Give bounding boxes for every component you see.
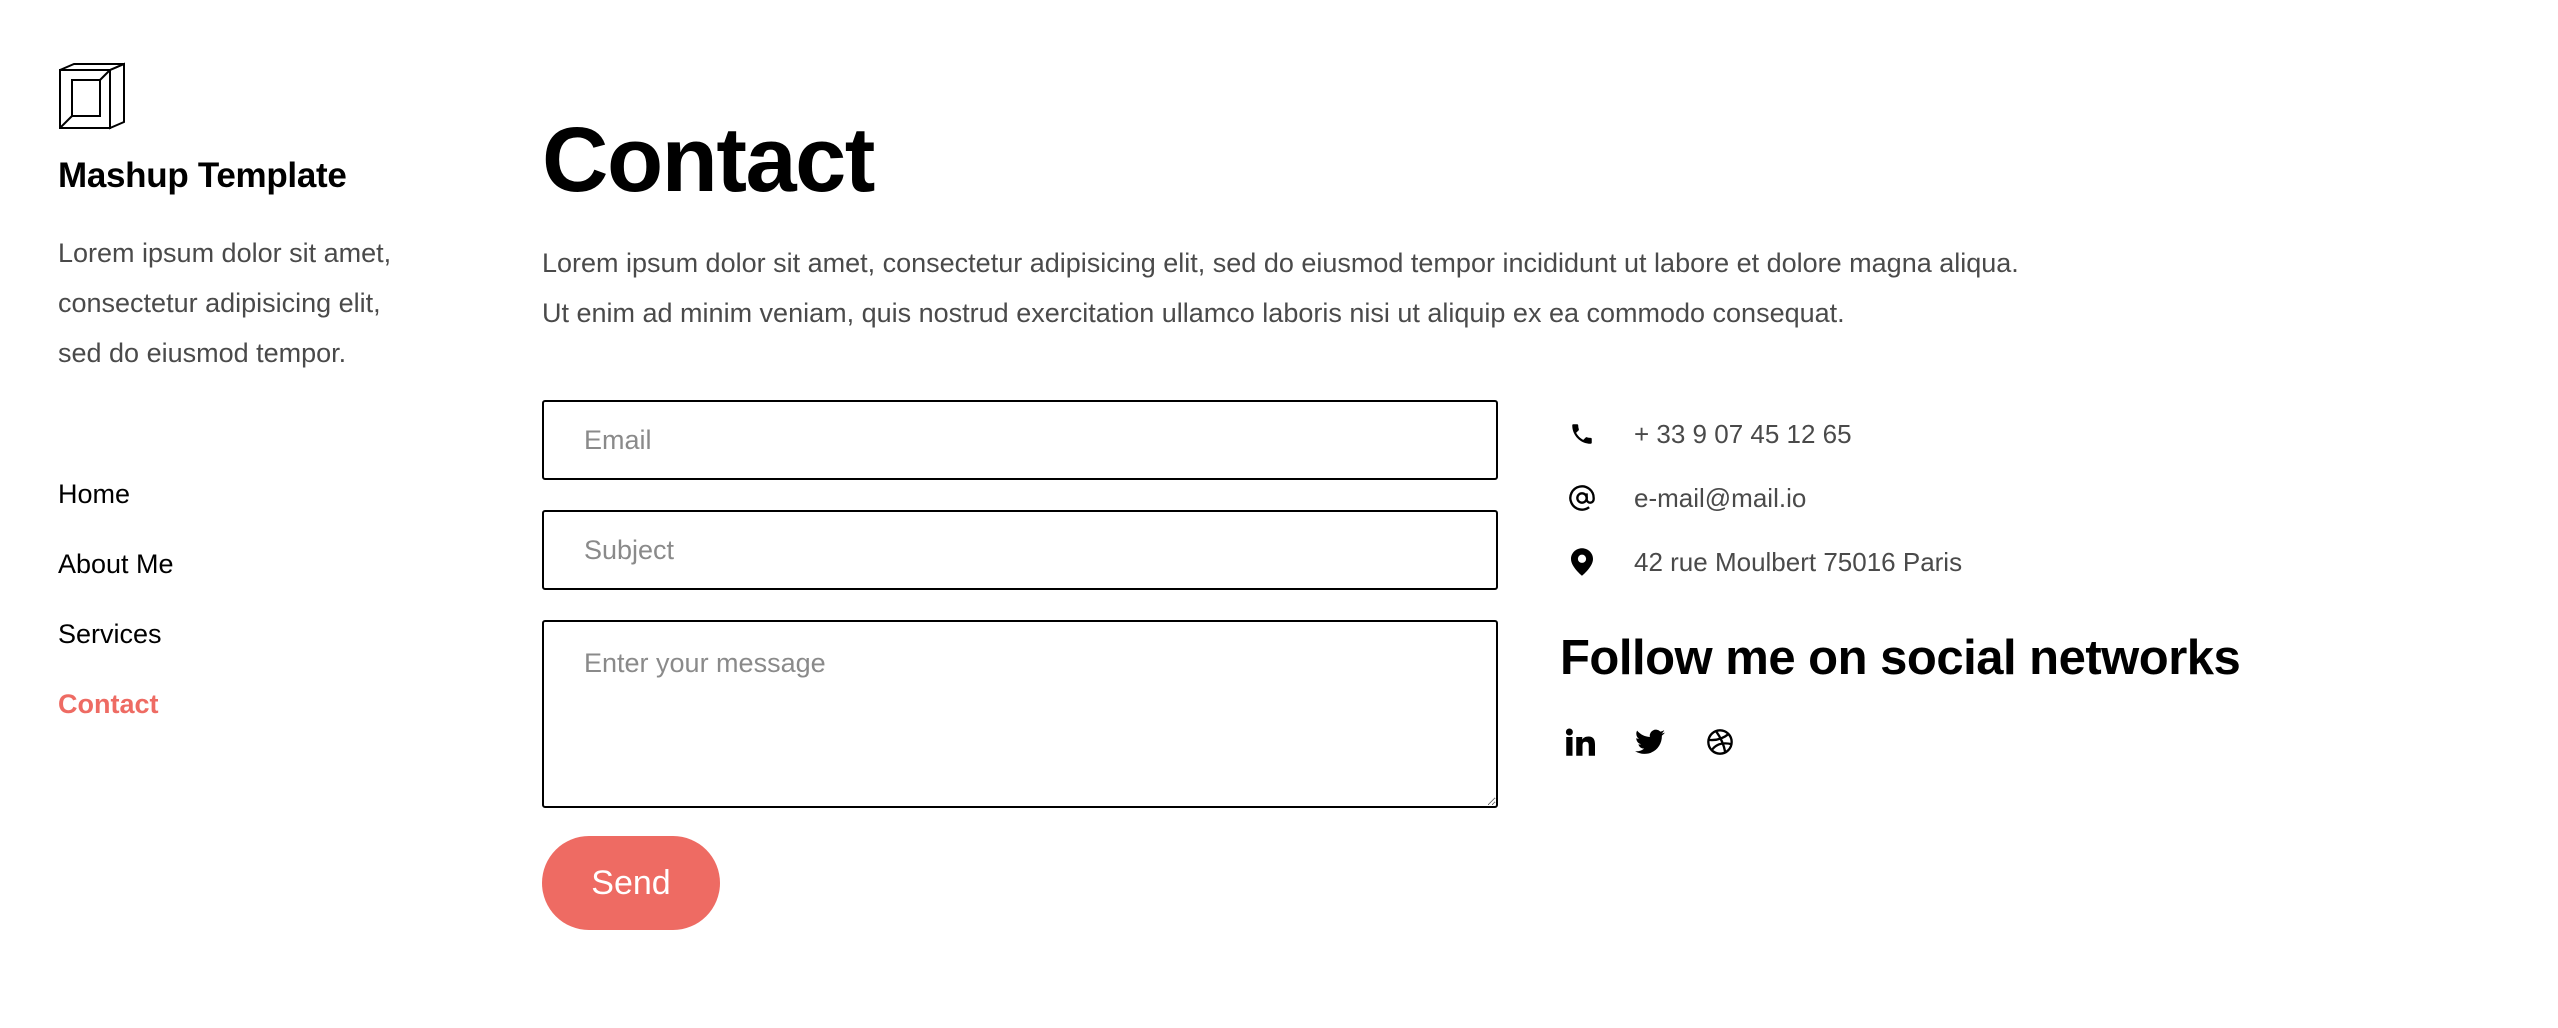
message-field[interactable] [542,620,1498,808]
main-nav: Home About Me Services Contact [58,478,438,720]
brand-description-line: Lorem ipsum dolor sit amet, [58,238,392,268]
nav-item-about-me[interactable]: About Me [58,548,438,580]
twitter-icon[interactable] [1630,722,1670,762]
main-content: Contact Lorem ipsum dolor sit amet, cons… [542,100,2442,930]
contact-info-list: + 33 9 07 45 12 65 e-mail@mail.io 42 rue… [1560,412,2360,584]
contact-phone-text: + 33 9 07 45 12 65 [1634,418,1852,449]
map-pin-icon [1566,546,1598,578]
intro-line: Lorem ipsum dolor sit amet, consectetur … [542,248,2019,278]
nav-item-services[interactable]: Services [58,618,438,650]
nav-item-home[interactable]: Home [58,478,438,510]
subject-field[interactable] [542,510,1498,590]
follow-title: Follow me on social networks [1560,631,2241,685]
brand-description-line: sed do eiusmod tempor. [58,338,347,368]
email-field[interactable] [542,400,1498,480]
linkedin-icon[interactable] [1560,722,1600,762]
send-button[interactable]: Send [542,836,720,930]
contact-address-text: 42 rue Moulbert 75016 Paris [1634,546,1963,577]
contact-info: + 33 9 07 45 12 65 e-mail@mail.io 42 rue… [1560,400,2360,762]
sidebar: Mashup Template Lorem ipsum dolor sit am… [58,62,438,758]
brand-title: Mashup Template [58,156,347,195]
intro-text: Lorem ipsum dolor sit amet, consectetur … [542,238,2442,338]
brand-description-line: consectetur adipisicing elit, [58,288,381,318]
intro-line: Ut enim ad minim veniam, quis nostrud ex… [542,298,1845,328]
contact-section: Send + 33 9 07 45 12 65 e-mail@mail.io [542,400,2442,930]
at-sign-icon [1566,482,1598,514]
social-links [1560,722,2360,762]
contact-email-text[interactable]: e-mail@mail.io [1634,483,1806,514]
phone-icon [1566,418,1598,450]
logo-icon[interactable] [58,62,126,130]
nav-item-contact[interactable]: Contact [58,688,438,720]
page-title: Contact [542,109,875,211]
contact-email: e-mail@mail.io [1560,476,2360,520]
contact-phone: + 33 9 07 45 12 65 [1560,412,2360,456]
contact-address: 42 rue Moulbert 75016 Paris [1560,540,2360,584]
brand-description: Lorem ipsum dolor sit amet, consectetur … [58,228,438,378]
dribbble-icon[interactable] [1700,722,1740,762]
contact-form: Send [542,400,1498,930]
